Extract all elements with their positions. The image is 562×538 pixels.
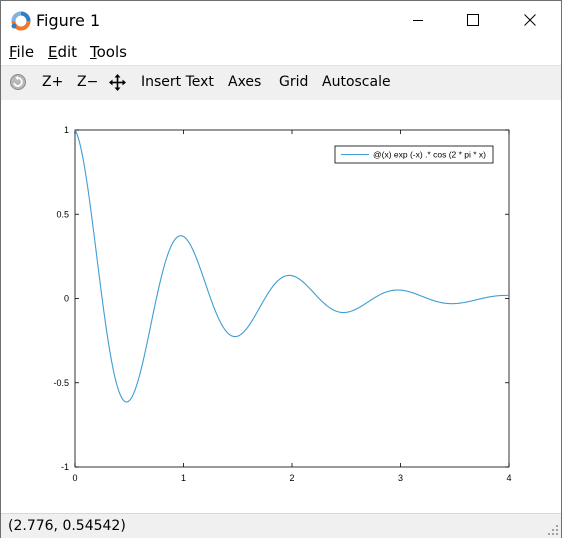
autoscale-button[interactable]: Autoscale (322, 74, 391, 90)
x-tick-label-1: 1 (181, 473, 186, 483)
octave-logo-icon (11, 11, 31, 31)
figure-window: Figure 1 File Edit Tools Z+ Z− Insert Te… (0, 0, 562, 538)
close-button[interactable] (503, 1, 557, 39)
insert-text-button[interactable]: Insert Text (141, 74, 214, 90)
figure-canvas[interactable]: 0 1 2 3 4 1 0.5 0 -0.5 -1 @(x) exp (-x) .* cos (2… (1, 100, 561, 513)
menu-file-label: ile (16, 43, 35, 61)
minimize-button[interactable] (391, 1, 445, 39)
y-tick-label-1: 0.5 (56, 209, 69, 219)
series-line-0 (74, 129, 510, 403)
x-tick-label-2: 2 (289, 473, 294, 483)
status-bar: (2.776, 0.54542) (1, 513, 561, 538)
plot-svg[interactable]: 0 1 2 3 4 1 0.5 0 -0.5 -1 @(x) exp (-x) .* cos (2… (1, 100, 561, 513)
minimize-icon (413, 20, 423, 21)
close-icon (524, 14, 536, 26)
cursor-coordinates: (2.776, 0.54542) (8, 518, 126, 534)
axis-tick-labels: 0 1 2 3 4 1 0.5 0 -0.5 -1 (53, 125, 511, 483)
x-tick-label-3: 3 (398, 473, 403, 483)
axis-ticks (74, 129, 510, 468)
y-tick-label-2: 0 (64, 294, 69, 304)
maximize-icon (467, 14, 479, 26)
title-bar[interactable]: Figure 1 (1, 1, 561, 39)
y-tick-label-4: -1 (61, 462, 69, 472)
menu-edit-label: dit (57, 43, 78, 61)
menu-bar: File Edit Tools (1, 39, 561, 65)
menu-tools-label: ools (96, 43, 127, 61)
window-title: Figure 1 (36, 11, 101, 30)
rotate-icon[interactable] (9, 73, 27, 91)
zoom-in-button[interactable]: Z+ (42, 74, 63, 90)
y-tick-label-3: -0.5 (53, 378, 69, 388)
x-tick-label-0: 0 (72, 473, 77, 483)
x-tick-label-4: 4 (506, 473, 511, 483)
legend-label: @(x) exp (-x) .* cos (2 * pi * x) (373, 150, 486, 160)
menu-tools[interactable]: Tools (90, 43, 127, 61)
menu-edit[interactable]: Edit (48, 43, 77, 61)
axes-button[interactable]: Axes (228, 74, 261, 90)
menu-file[interactable]: File (9, 43, 34, 61)
menu-tools-mnemonic: T (90, 43, 97, 61)
y-tick-label-0: 1 (64, 125, 69, 135)
menu-file-mnemonic: F (9, 43, 17, 61)
axes-frame (74, 129, 510, 468)
grid-button[interactable]: Grid (279, 74, 308, 90)
figure-toolbar: Z+ Z− Insert Text Axes Grid Autoscale (1, 65, 561, 101)
pan-arrows-icon[interactable] (109, 74, 126, 91)
zoom-out-button[interactable]: Z− (77, 74, 98, 90)
resize-grip-icon[interactable] (547, 524, 559, 536)
maximize-button[interactable] (446, 1, 500, 39)
legend[interactable]: @(x) exp (-x) .* cos (2 * pi * x) (334, 145, 494, 164)
axes-box (74, 129, 510, 468)
